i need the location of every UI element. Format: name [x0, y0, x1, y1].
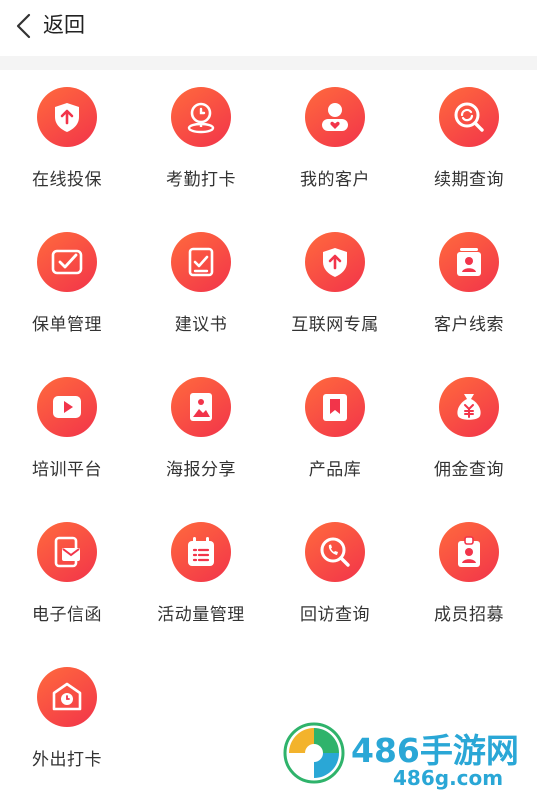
menu-item-customer-leads[interactable]: 客户线索 — [402, 215, 536, 360]
location-clock-icon — [171, 87, 231, 147]
house-clock-icon — [37, 667, 97, 727]
watermark-title: 486手游网 — [351, 731, 519, 770]
menu-item-label: 佣金查询 — [434, 460, 504, 480]
e-letter-icon — [37, 522, 97, 582]
menu-item-label: 回访查询 — [300, 605, 370, 625]
top-bar: 返回 — [0, 0, 537, 56]
menu-item-online-insure[interactable]: 在线投保 — [0, 70, 134, 215]
menu-item-attendance[interactable]: 考勤打卡 — [134, 70, 268, 215]
menu-item-label: 产品库 — [308, 460, 362, 480]
menu-item-label: 成员招募 — [434, 605, 504, 625]
menu-item-activity-management[interactable]: 活动量管理 — [134, 505, 268, 650]
menu-item-label: 续期查询 — [434, 170, 504, 190]
section-divider — [0, 56, 537, 70]
customer-heart-icon — [305, 87, 365, 147]
menu-item-label: 外出打卡 — [32, 750, 102, 770]
watermark-logo-icon — [283, 722, 345, 784]
policy-check-icon — [37, 232, 97, 292]
menu-item-my-customers[interactable]: 我的客户 — [268, 70, 402, 215]
menu-item-poster-share[interactable]: 海报分享 — [134, 360, 268, 505]
menu-item-label: 考勤打卡 — [166, 170, 236, 190]
id-badge-icon — [439, 522, 499, 582]
menu-item-commission-query[interactable]: 佣金查询 — [402, 360, 536, 505]
contact-card-icon — [439, 232, 499, 292]
poster-image-icon — [171, 377, 231, 437]
shield-upload-icon — [37, 87, 97, 147]
money-bag-icon — [439, 377, 499, 437]
watermark: 486手游网 486g.com — [283, 722, 537, 793]
phone-search-icon — [305, 522, 365, 582]
menu-item-label: 互联网专属 — [291, 315, 379, 335]
menu-item-label: 培训平台 — [32, 460, 102, 480]
menu-item-label: 电子信函 — [32, 605, 102, 625]
menu-item-label: 建议书 — [174, 315, 228, 335]
renew-search-icon — [439, 87, 499, 147]
bookmark-box-icon — [305, 377, 365, 437]
menu-item-training[interactable]: 培训平台 — [0, 360, 134, 505]
menu-item-product-library[interactable]: 产品库 — [268, 360, 402, 505]
menu-item-policy-management[interactable]: 保单管理 — [0, 215, 134, 360]
menu-item-label: 海报分享 — [166, 460, 236, 480]
shield-upload-icon — [305, 232, 365, 292]
menu-item-label: 我的客户 — [300, 170, 370, 190]
menu-item-label: 在线投保 — [32, 170, 102, 190]
calendar-list-icon — [171, 522, 231, 582]
menu-item-proposal[interactable]: 建议书 — [134, 215, 268, 360]
menu-item-return-visit[interactable]: 回访查询 — [268, 505, 402, 650]
chevron-left-icon[interactable] — [12, 12, 36, 40]
menu-item-label: 活动量管理 — [157, 605, 245, 625]
menu-item-renewal-query[interactable]: 续期查询 — [402, 70, 536, 215]
watermark-subtitle: 486g.com — [393, 766, 504, 790]
menu-item-label: 客户线索 — [434, 315, 504, 335]
menu-item-outing-checkin[interactable]: 外出打卡 — [0, 650, 134, 795]
menu-item-label: 保单管理 — [32, 315, 102, 335]
back-button[interactable]: 返回 — [43, 10, 85, 40]
proposal-scroll-icon — [171, 232, 231, 292]
menu-item-internet-exclusive[interactable]: 互联网专属 — [268, 215, 402, 360]
video-play-icon — [37, 377, 97, 437]
menu-item-e-letter[interactable]: 电子信函 — [0, 505, 134, 650]
menu-item-member-recruit[interactable]: 成员招募 — [402, 505, 536, 650]
